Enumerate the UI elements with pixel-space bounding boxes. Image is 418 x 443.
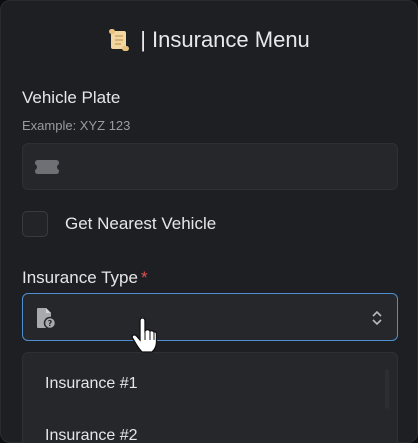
screen: | Insurance Menu Vehicle Plate Example: …	[0, 0, 418, 443]
insurance-type-label: Insurance Type *	[22, 268, 148, 288]
get-nearest-vehicle-label[interactable]: Get Nearest Vehicle	[65, 214, 216, 234]
license-plate-icon	[35, 160, 59, 174]
dropdown-option-insurance-1[interactable]: Insurance #1	[45, 375, 138, 393]
chevron-updown-icon[interactable]	[371, 309, 383, 327]
svg-text:?: ?	[48, 319, 53, 328]
document-question-icon: ?	[37, 308, 57, 329]
dropdown-option-insurance-2[interactable]: Insurance #2	[45, 427, 138, 443]
required-asterisk: *	[140, 268, 148, 287]
dropdown-scrollbar[interactable]	[385, 369, 389, 409]
scroll-icon	[109, 29, 130, 51]
insurance-type-label-text: Insurance Type	[22, 268, 138, 287]
get-nearest-vehicle-checkbox[interactable]	[22, 211, 48, 237]
vehicle-plate-label: Vehicle Plate	[22, 88, 121, 107]
dialog-title: | Insurance Menu	[140, 27, 310, 52]
dialog-header: | Insurance Menu	[1, 27, 417, 53]
hand-pointer-cursor-icon	[131, 318, 157, 353]
insurance-type-dropdown: Insurance #1 Insurance #2	[22, 352, 398, 443]
vehicle-plate-hint: Example: XYZ 123	[22, 118, 131, 133]
vehicle-plate-input[interactable]	[22, 143, 398, 190]
insurance-menu-dialog: | Insurance Menu Vehicle Plate Example: …	[0, 0, 418, 443]
insurance-type-select[interactable]: ?	[22, 293, 398, 341]
